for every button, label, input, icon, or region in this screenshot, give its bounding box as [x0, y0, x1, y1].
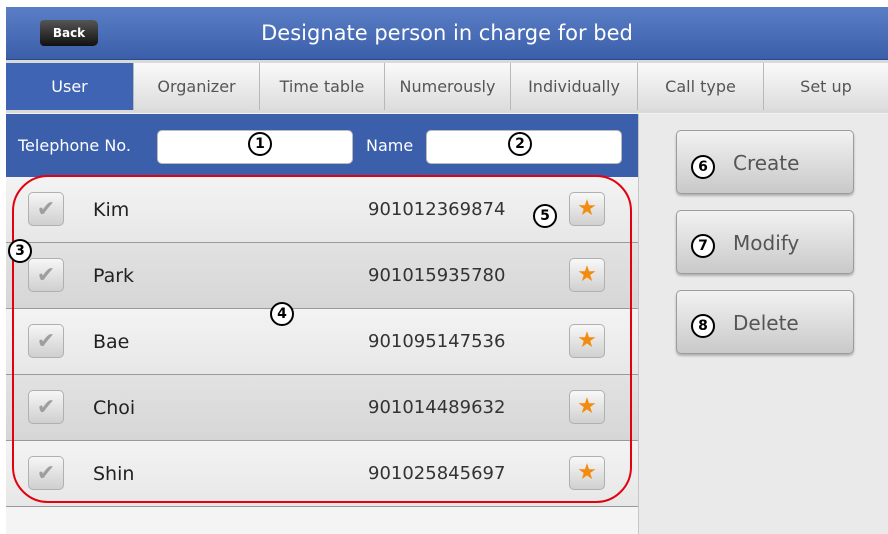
- annotation-7: 7: [691, 234, 715, 258]
- tab-bar: User Organizer Time table Numerously Ind…: [6, 60, 888, 113]
- annotation-2: 2: [508, 132, 532, 156]
- create-label: Create: [733, 151, 800, 175]
- annotation-6: 6: [691, 155, 715, 179]
- star-icon[interactable]: ★: [569, 192, 605, 226]
- annotation-5: 5: [533, 204, 557, 228]
- page-title: Designate person in charge for bed: [261, 21, 633, 45]
- checkmark-icon[interactable]: ✔: [28, 324, 64, 358]
- user-phone: 901012369874: [368, 199, 506, 220]
- action-panel: Create Modify Delete: [638, 114, 888, 534]
- user-phone: 901014489632: [368, 397, 506, 418]
- back-button[interactable]: Back: [40, 20, 98, 46]
- annotation-8: 8: [691, 314, 715, 338]
- search-bar: Telephone No. Name: [6, 114, 638, 177]
- user-phone: 901015935780: [368, 265, 506, 286]
- app-window: Back Designate person in charge for bed …: [6, 7, 888, 534]
- annotation-4: 4: [270, 302, 294, 326]
- annotation-3: 3: [8, 239, 32, 263]
- name-label: Name: [366, 136, 414, 155]
- modify-label: Modify: [733, 231, 800, 255]
- title-bar: Back Designate person in charge for bed: [6, 7, 888, 60]
- star-icon[interactable]: ★: [569, 390, 605, 424]
- user-name: Shin: [93, 463, 135, 485]
- tab-individually[interactable]: Individually: [511, 63, 638, 110]
- annotation-1: 1: [248, 132, 272, 156]
- tab-set-up[interactable]: Set up: [764, 63, 888, 110]
- checkmark-icon[interactable]: ✔: [28, 258, 64, 292]
- tab-time-table[interactable]: Time table: [260, 63, 385, 110]
- tab-call-type[interactable]: Call type: [638, 63, 764, 110]
- user-phone: 901025845697: [368, 463, 506, 484]
- delete-label: Delete: [733, 311, 799, 335]
- user-name: Bae: [93, 331, 130, 353]
- list-item[interactable]: ✔ Bae 901095147536 ★: [6, 309, 638, 375]
- star-icon[interactable]: ★: [569, 258, 605, 292]
- star-icon[interactable]: ★: [569, 456, 605, 490]
- star-icon[interactable]: ★: [569, 324, 605, 358]
- checkmark-icon[interactable]: ✔: [28, 390, 64, 424]
- checkmark-icon[interactable]: ✔: [28, 192, 64, 226]
- user-list: ✔ Kim 901012369874 ★ ✔ Park 901015935780…: [6, 177, 638, 534]
- list-item[interactable]: ✔ Shin 901025845697 ★: [6, 441, 638, 507]
- user-name: Park: [93, 265, 135, 287]
- list-item[interactable]: ✔ Choi 901014489632 ★: [6, 375, 638, 441]
- tab-user[interactable]: User: [6, 63, 134, 110]
- user-phone: 901095147536: [368, 331, 506, 352]
- telephone-label: Telephone No.: [18, 136, 131, 155]
- tab-organizer[interactable]: Organizer: [134, 63, 260, 110]
- checkmark-icon[interactable]: ✔: [28, 456, 64, 490]
- list-item[interactable]: ✔ Park 901015935780 ★: [6, 243, 638, 309]
- user-name: Kim: [93, 199, 130, 221]
- tab-numerously[interactable]: Numerously: [385, 63, 511, 110]
- user-name: Choi: [93, 397, 136, 419]
